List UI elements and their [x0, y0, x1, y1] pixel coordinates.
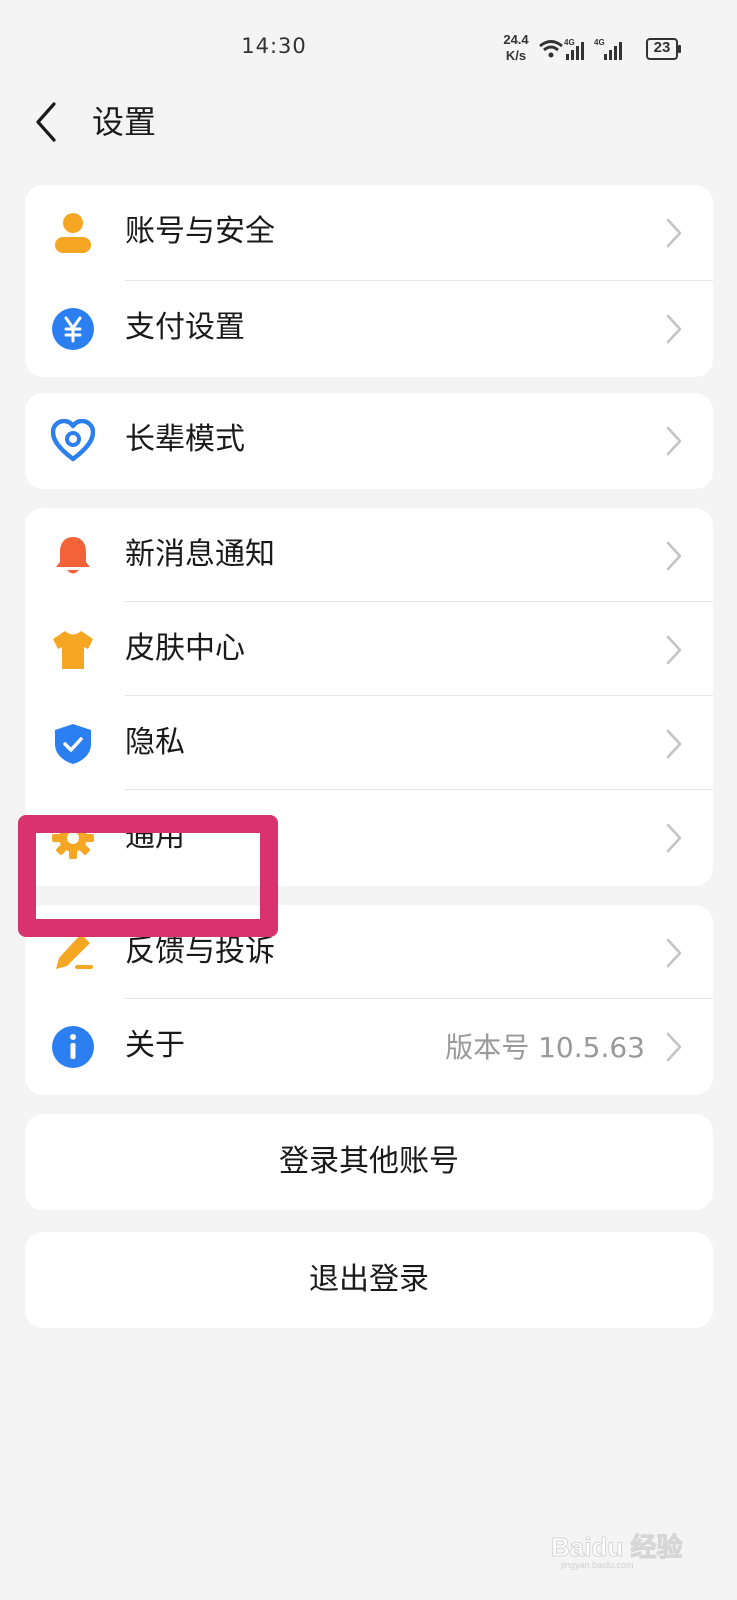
battery-level: 23	[653, 39, 671, 56]
chevron-right-icon	[666, 541, 682, 571]
row-label: 账号与安全	[125, 214, 275, 249]
signal1-label: 4G	[564, 38, 575, 47]
shield-icon	[55, 724, 91, 764]
chevron-right-icon	[666, 729, 682, 759]
status-time: 14:30	[241, 34, 307, 58]
row-label: 隐私	[125, 725, 185, 760]
wifi-icon	[539, 40, 563, 58]
settings-row-account-security[interactable]: 账号与安全	[25, 185, 713, 281]
edit-icon	[56, 934, 93, 969]
switch-account-button[interactable]: 登录其他账号	[25, 1114, 713, 1210]
user-icon	[55, 213, 91, 253]
info-icon	[52, 1026, 94, 1068]
cellular-signal-2-icon: 4G	[594, 38, 622, 60]
settings-row-payment[interactable]: 支付设置	[25, 281, 713, 377]
net-speed: 24.4 K/s	[496, 32, 536, 64]
watermark-subtext: jingyan.baidu.com	[560, 1560, 634, 1570]
settings-row-privacy[interactable]: 隐私	[25, 696, 713, 790]
bell-icon	[56, 537, 90, 574]
net-speed-unit: K/s	[505, 48, 527, 63]
settings-row-elder-mode[interactable]: 长辈模式	[25, 393, 713, 489]
chevron-right-icon	[666, 938, 682, 968]
settings-row-notifications[interactable]: 新消息通知	[25, 508, 713, 602]
chevron-right-icon	[666, 314, 682, 344]
page-title: 设置	[92, 103, 157, 141]
row-label: 支付设置	[125, 310, 245, 345]
settings-group-elder: 长辈模式	[25, 393, 713, 489]
signal2-label: 4G	[594, 38, 605, 47]
row-label: 新消息通知	[125, 537, 275, 572]
chevron-right-icon	[666, 823, 682, 853]
row-label: 皮肤中心	[125, 631, 245, 666]
cellular-signal-1-icon: 4G	[564, 38, 584, 60]
watermark-text: Baidu 经验	[551, 1532, 682, 1562]
logout-button[interactable]: 退出登录	[25, 1232, 713, 1328]
signal-icons: 4G 4G	[539, 38, 622, 60]
row-label: 长辈模式	[125, 422, 245, 457]
shirt-icon	[53, 631, 93, 669]
chevron-right-icon	[666, 426, 682, 456]
settings-row-about[interactable]: 关于 版本号 10.5.63	[25, 999, 713, 1095]
chevron-right-icon	[666, 1032, 682, 1062]
yuan-icon	[52, 308, 94, 350]
row-label: 反馈与投诉	[125, 934, 275, 969]
settings-row-skin-center[interactable]: 皮肤中心	[25, 602, 713, 696]
heart-icon	[51, 419, 95, 462]
chevron-right-icon	[666, 218, 682, 248]
back-arrow-icon[interactable]	[30, 100, 66, 144]
header: 设置	[0, 90, 737, 154]
highlight-annotation	[18, 815, 278, 937]
status-bar: 14:30 24.4 K/s 4G 4G 23	[0, 0, 737, 100]
net-speed-value: 24.4	[503, 32, 529, 47]
settings-group-account: 账号与安全 支付设置	[25, 185, 713, 377]
baidu-watermark-logo: Baidu 经验 jingyan.baidu.com	[551, 1532, 683, 1571]
version-value: 版本号 10.5.63	[445, 1031, 645, 1064]
chevron-right-icon	[666, 635, 682, 665]
row-label: 关于	[125, 1028, 185, 1063]
